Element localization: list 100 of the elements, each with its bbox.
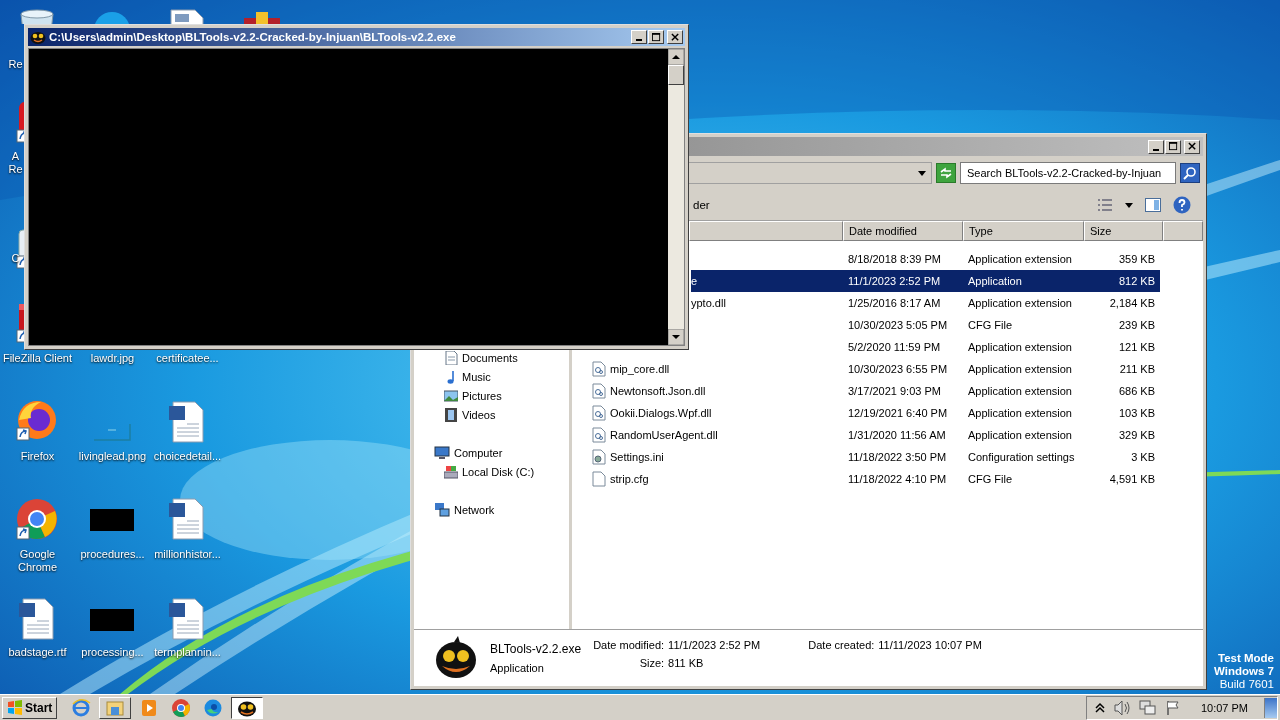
close-button[interactable] bbox=[667, 30, 683, 44]
chrome-icon[interactable] bbox=[15, 497, 59, 541]
edge-icon bbox=[203, 697, 224, 718]
taskbar-button[interactable] bbox=[231, 696, 264, 719]
toolbar-button[interactable]: der bbox=[693, 199, 710, 211]
view-options-icon[interactable] bbox=[1097, 198, 1113, 212]
field-value: 11/1/2023 2:52 PM bbox=[668, 639, 761, 651]
flag-icon[interactable] bbox=[1164, 699, 1181, 716]
icon-label[interactable]: FileZilla Client bbox=[0, 352, 75, 365]
dll-file-icon bbox=[592, 361, 606, 377]
search-button[interactable] bbox=[1180, 163, 1200, 183]
maximize-icon bbox=[651, 32, 661, 42]
windows-logo-icon bbox=[7, 699, 23, 716]
file-row[interactable]: Newtonsoft.Json.dll 3/17/2021 9:03 PM Application extension 686 KB bbox=[590, 380, 1160, 402]
icon-label[interactable]: A Re bbox=[8, 150, 23, 176]
icon-label[interactable]: C bbox=[8, 252, 23, 265]
firefox-icon[interactable] bbox=[15, 398, 59, 442]
size-cell-text: 2,184 KB bbox=[1108, 297, 1156, 309]
nav-item[interactable]: Documents bbox=[414, 348, 569, 367]
start-button[interactable]: Start bbox=[2, 696, 58, 719]
icon-label[interactable]: Re bbox=[8, 58, 23, 71]
field-value: 11/11/2023 10:07 PM bbox=[878, 639, 982, 651]
nav-item[interactable]: Music bbox=[414, 367, 569, 386]
icon-label[interactable]: Firefox bbox=[0, 450, 75, 463]
file-name: mip_core.dll bbox=[610, 363, 670, 375]
column-header[interactable]: Size bbox=[1084, 221, 1163, 241]
field-label: Date created: bbox=[808, 639, 875, 651]
icon-label[interactable]: Google Chrome bbox=[0, 548, 75, 574]
nav-item[interactable]: Computer bbox=[414, 443, 569, 462]
column-header[interactable]: Type bbox=[963, 221, 1084, 241]
date-cell-text: 11/18/2022 3:50 PM bbox=[847, 451, 948, 463]
show-hidden-icons-icon[interactable] bbox=[1094, 701, 1105, 714]
date-cell-text: 1/25/2016 8:17 AM bbox=[847, 297, 942, 309]
minimize-button[interactable] bbox=[631, 30, 647, 44]
date-cell-text: 1/31/2020 11:56 AM bbox=[847, 429, 947, 441]
maximize-button[interactable] bbox=[648, 30, 664, 44]
file-row[interactable]: Ookii.Dialogs.Wpf.dll 12/19/2021 6:40 PM Application extension 103 KB bbox=[590, 402, 1160, 424]
maximize-icon bbox=[1168, 142, 1178, 151]
column-header[interactable] bbox=[1163, 221, 1203, 241]
network-icon[interactable] bbox=[1138, 699, 1157, 716]
type-cell-text: Application extension bbox=[967, 341, 1073, 353]
os-watermark: Test Mode Windows 7 Build 7601 bbox=[1214, 652, 1274, 691]
refresh-button[interactable] bbox=[936, 163, 956, 183]
size-cell-text: 103 KB bbox=[1117, 407, 1156, 419]
date-cell-text: 11/1/2023 2:52 PM bbox=[847, 275, 942, 287]
speaker-icon[interactable] bbox=[1112, 699, 1131, 716]
close-icon bbox=[670, 32, 680, 42]
scroll-thumb[interactable] bbox=[668, 65, 684, 85]
icon-label[interactable]: livinglead.png bbox=[75, 450, 150, 463]
window-title: C:\Users\admin\Desktop\BLTools-v2.2-Cracked-by-Injuan\BLTools-v2.2.exe bbox=[49, 31, 456, 43]
icon-label[interactable]: millionhistor... bbox=[150, 548, 225, 561]
nav-item[interactable]: Local Disk (C:) bbox=[414, 462, 569, 481]
minimize-icon bbox=[636, 39, 642, 41]
size-cell-text: 121 KB bbox=[1117, 341, 1156, 353]
file-name: ypto.dll bbox=[691, 297, 726, 309]
file-row[interactable]: strip.cfg 11/18/2022 4:10 PM CFG File 4,591 KB bbox=[590, 468, 1160, 490]
scroll-down-icon[interactable] bbox=[668, 329, 684, 345]
column-header[interactable]: Date modified bbox=[843, 221, 963, 241]
file-row[interactable]: RandomUserAgent.dll 1/31/2020 11:56 AM Application extension 329 KB bbox=[590, 424, 1160, 446]
help-icon[interactable] bbox=[1173, 196, 1191, 214]
network-icon bbox=[434, 501, 450, 518]
disk-icon bbox=[444, 464, 458, 479]
preview-pane-icon[interactable] bbox=[1145, 198, 1161, 212]
file-row[interactable]: 10/30/2023 5:05 PM CFG File 239 KB bbox=[691, 314, 1160, 336]
size-cell-text: 812 KB bbox=[1117, 275, 1156, 287]
file-row[interactable]: e 11/1/2023 2:52 PM Application 812 KB bbox=[691, 270, 1160, 292]
icon-label[interactable]: lawdr.jpg bbox=[75, 352, 150, 365]
close-button[interactable] bbox=[1184, 139, 1200, 154]
file-row[interactable]: ypto.dll 1/25/2016 8:17 AM Application extension 2,184 KB bbox=[691, 292, 1160, 314]
scrollbar[interactable] bbox=[668, 49, 684, 345]
documents-icon bbox=[444, 350, 458, 365]
minimize-button[interactable] bbox=[1148, 139, 1164, 154]
maximize-button[interactable] bbox=[1165, 139, 1181, 154]
icon-label[interactable]: processing... bbox=[75, 646, 150, 659]
file-name: Newtonsoft.Json.dll bbox=[610, 385, 706, 397]
dropdown-icon[interactable] bbox=[1125, 202, 1133, 208]
nav-item[interactable]: Pictures bbox=[414, 386, 569, 405]
show-desktop-button[interactable] bbox=[1264, 697, 1277, 718]
icon-label[interactable]: procedures... bbox=[75, 548, 150, 561]
file-row[interactable]: mip_core.dll 10/30/2023 6:55 PM Application extension 211 KB bbox=[590, 358, 1160, 380]
size-cell-text: 239 KB bbox=[1117, 319, 1156, 331]
nav-item[interactable]: Network bbox=[414, 500, 569, 519]
type-cell-text: CFG File bbox=[967, 319, 1013, 331]
dll-file-icon bbox=[592, 427, 606, 443]
scroll-up-icon[interactable] bbox=[668, 49, 684, 65]
close-icon bbox=[1187, 142, 1197, 151]
file-row[interactable]: 8/18/2018 8:39 PM Application extension 359 KB bbox=[691, 248, 1160, 270]
clock[interactable]: 10:07 PM bbox=[1200, 701, 1248, 714]
dropdown-icon[interactable] bbox=[918, 170, 926, 176]
nav-item[interactable]: Videos bbox=[414, 405, 569, 424]
column-header[interactable] bbox=[689, 221, 843, 241]
file-row[interactable]: Settings.ini 11/18/2022 3:50 PM Configuration settings 3 KB bbox=[590, 446, 1160, 468]
size-cell-text: 329 KB bbox=[1117, 429, 1156, 441]
type-cell-text: Application bbox=[967, 275, 1023, 287]
search-field[interactable]: Search BLTools-v2.2-Cracked-by-Injuan bbox=[960, 162, 1176, 184]
type-cell-text: Application extension bbox=[967, 297, 1073, 309]
cfg-file-icon bbox=[592, 471, 606, 487]
field-label: Size: bbox=[638, 657, 665, 669]
file-row[interactable]: 5/2/2020 11:59 PM Application extension 121 KB bbox=[691, 336, 1160, 358]
icon-label[interactable]: badstage.rtf bbox=[0, 646, 75, 659]
